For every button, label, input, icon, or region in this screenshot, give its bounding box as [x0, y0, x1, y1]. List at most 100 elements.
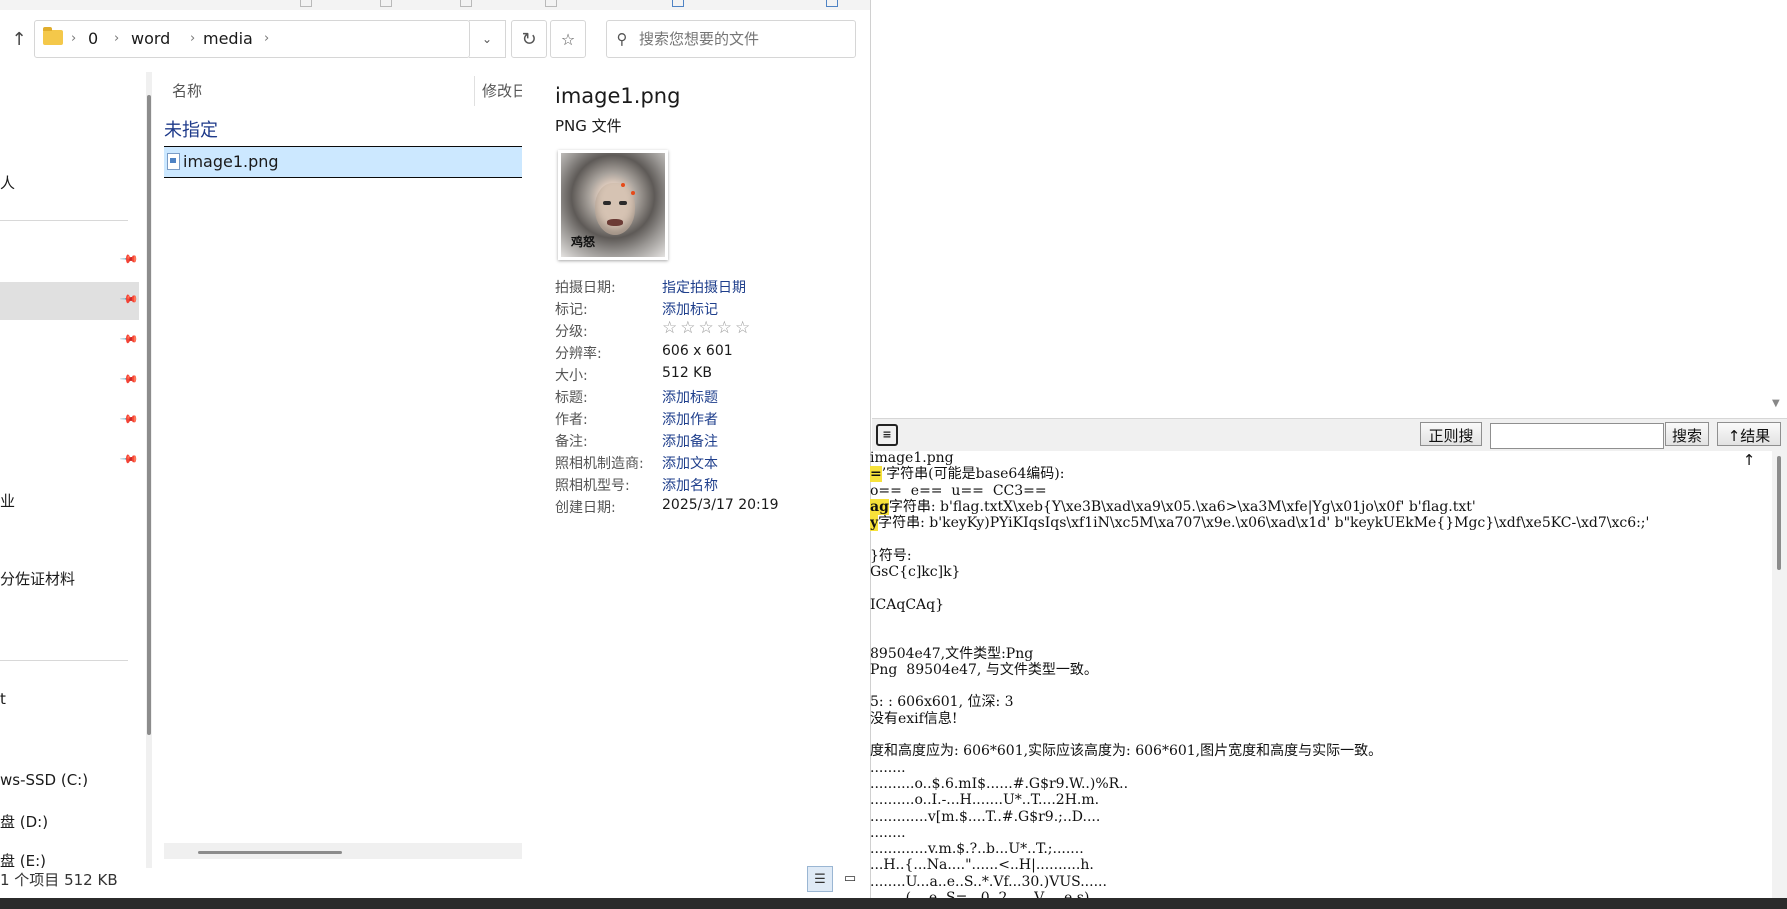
breadcrumb-segment[interactable]: 0 [88, 21, 98, 57]
result-line-text: Png 89504e47, 与文件类型一致。 [870, 661, 1098, 678]
thumbnail-caption: 鸡怒 [571, 235, 596, 249]
ribbon-button-edge[interactable] [672, 0, 684, 7]
scroll-down-arrow-icon[interactable]: ▼ [1772, 398, 1780, 409]
ribbon-button-edge[interactable] [380, 0, 392, 7]
chevron-right-icon[interactable]: › [114, 21, 119, 57]
address-bar[interactable]: › 0 › word › media › [34, 20, 470, 58]
prop-comment[interactable]: 添加备注 [662, 431, 718, 451]
prop-date-taken[interactable]: 指定拍摄日期 [662, 277, 746, 297]
result-line: .............v[m.$....T..#.G$r9.;..D.... [870, 809, 1770, 825]
star-icon[interactable]: ☆ [680, 318, 698, 338]
result-line-text: image1.png [870, 450, 954, 466]
result-line-text: ICAqCAq} [870, 596, 945, 613]
result-line: GsC{c]kc]k} [870, 564, 1770, 580]
result-scrollbar-thumb[interactable] [1777, 456, 1781, 570]
result-line-text: 89504e47,文件类型:Png [870, 645, 1034, 662]
column-header-name[interactable]: 名称 [172, 80, 202, 101]
search-button[interactable]: 搜索 [1665, 422, 1709, 446]
result-line: =’字符串(可能是base64编码): [870, 466, 1770, 483]
nav-item[interactable]: 人 [0, 172, 15, 193]
star-icon[interactable]: ☆ [662, 318, 680, 338]
prop-title[interactable]: 添加标题 [662, 387, 718, 407]
status-bar-text: 1 个项目 512 KB [0, 871, 118, 889]
chevron-down-icon[interactable]: ⌄ [469, 20, 506, 58]
nav-item[interactable]: 分佐证材料 [0, 568, 75, 589]
result-line-text: 没有exif信息! [870, 710, 958, 727]
result-line [870, 580, 1770, 596]
star-icon[interactable]: ☆ [699, 318, 717, 338]
star-icon[interactable]: ☆ [717, 318, 735, 338]
horizontal-scrollbar-thumb[interactable] [198, 851, 342, 854]
chevron-right-icon[interactable]: › [264, 21, 269, 57]
arrow-up-icon[interactable]: ↑ [6, 24, 32, 54]
taskbar [0, 898, 1787, 909]
ribbon-strip [0, 0, 870, 10]
nav-item-selected[interactable] [0, 282, 139, 320]
star-icon[interactable]: ☆ [735, 318, 753, 338]
column-divider[interactable] [474, 76, 475, 106]
thumbnail-mark [631, 191, 635, 195]
prop-camera-model[interactable]: 添加名称 [662, 475, 718, 495]
prop-author[interactable]: 添加作者 [662, 409, 718, 429]
search-input[interactable] [637, 29, 841, 49]
preview-view-icon[interactable]: ▭ [838, 866, 862, 890]
regex-search-button[interactable]: 正则搜 [1420, 422, 1482, 446]
breadcrumb-segment[interactable]: media [203, 21, 253, 57]
result-line-text: ........ [870, 824, 906, 841]
pin-icon[interactable]: 📌 [119, 249, 139, 269]
result-line-text: 字符串: b'flag.txtX\xeb{Y\xe3B\xad\xa9\x05.… [888, 498, 1476, 515]
chevron-right-icon[interactable]: › [190, 21, 195, 57]
result-line: 度和高度应为: 606*601,实际应该高度为: 606*601,图片宽度和高度… [870, 743, 1770, 759]
pin-icon[interactable]: 📌 [119, 449, 139, 469]
folder-icon [43, 27, 63, 45]
ribbon-button-edge[interactable] [300, 0, 312, 7]
nav-scrollbar-thumb[interactable] [147, 95, 151, 735]
prop-resolution: 606 x 601 [662, 343, 733, 359]
pin-icon[interactable]: 📌 [119, 409, 139, 429]
result-line: .............v.m.$.?..b...U*..T.;....... [870, 841, 1770, 857]
preview-file-type: PNG 文件 [555, 117, 622, 135]
result-line-text: o== e== u== CC3== [870, 482, 1047, 499]
result-line: ........ [870, 760, 1770, 776]
nav-drive-e[interactable]: 盘 (E:) [0, 850, 46, 871]
refresh-icon[interactable]: ↻ [511, 20, 547, 58]
nav-item[interactable]: t [0, 690, 6, 708]
search-box[interactable]: ⚲ [606, 20, 856, 58]
result-line-text: ..........o..$.6.mI$......#.G$r9.W..)%R.… [870, 775, 1129, 792]
nav-drive-d[interactable]: 盘 (D:) [0, 811, 48, 832]
ribbon-button-edge[interactable] [460, 0, 472, 7]
result-line: ...H..{...Na...."......<..H|..........h. [870, 857, 1770, 873]
chevron-right-icon[interactable]: › [71, 21, 76, 57]
nav-divider [0, 220, 128, 221]
thumbnail-mark [621, 183, 625, 187]
pin-icon[interactable]: 📌 [119, 329, 139, 349]
file-row[interactable]: image1.png [164, 146, 522, 178]
rating-stars[interactable]: ☆☆☆☆☆ [662, 318, 753, 338]
prop-tags[interactable]: 添加标记 [662, 299, 718, 319]
result-button[interactable]: ↑结果↑ [1717, 422, 1781, 469]
ribbon-button-edge[interactable] [545, 0, 557, 7]
prop-label: 拍摄日期: [555, 280, 616, 296]
thumbnail-eye [603, 201, 611, 205]
ribbon-button-edge[interactable] [826, 0, 838, 7]
pin-icon[interactable]: 📌 [119, 369, 139, 389]
search-input[interactable] [1490, 423, 1664, 449]
details-view-icon[interactable]: ☰ [807, 866, 833, 892]
result-line-text: ........(....e..S=...0..2......V.....e.s… [870, 890, 1089, 898]
nav-item[interactable]: 业 [0, 490, 15, 511]
group-header[interactable]: 未指定 [164, 116, 218, 142]
result-line: y字符串: b'keyKy)PYiKIqsIqs\xf1iN\xc5M\xa70… [870, 515, 1770, 532]
result-line-text: ..........o..I.-...H.......U*..T....2H.m… [870, 792, 1100, 809]
pin-icon[interactable]: ☆ [550, 20, 586, 58]
breadcrumb-segment[interactable]: word [131, 21, 170, 57]
nav-drive-c[interactable]: ws-SSD (C:) [0, 771, 88, 789]
prop-label: 备注: [555, 434, 588, 450]
column-header-modified[interactable]: 修改日期 [482, 80, 522, 101]
thumbnail-face [595, 183, 635, 235]
result-line: ICAqCAq} [870, 597, 1770, 613]
file-name: image1.png [183, 152, 279, 171]
result-text-area[interactable]: image1.png =’字符串(可能是base64编码): o== e== u==… [870, 450, 1770, 898]
prop-camera-maker[interactable]: 添加文本 [662, 453, 718, 473]
clipboard-icon[interactable]: ≡ [876, 424, 898, 446]
result-line: ........ [870, 825, 1770, 841]
